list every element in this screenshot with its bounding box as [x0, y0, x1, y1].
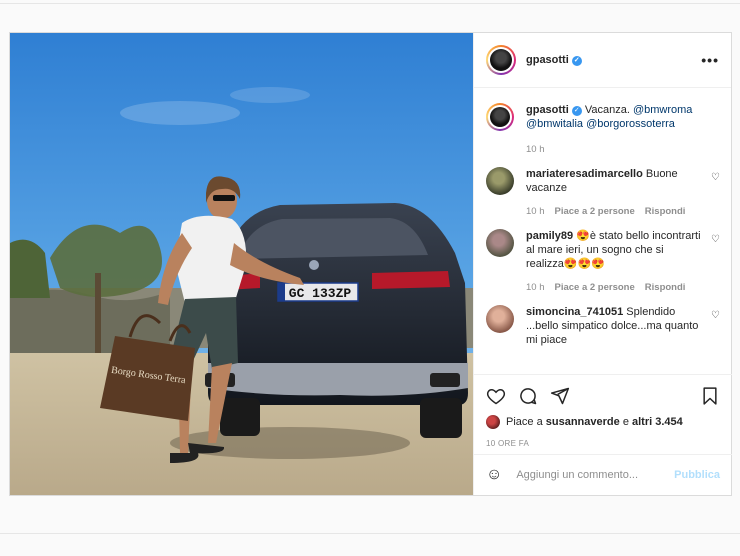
likes-summary[interactable]: Piace a susannaverde e altri 3.454 [486, 415, 720, 429]
top-divider [0, 3, 740, 4]
caption-time: 10 h [526, 144, 545, 155]
comment-username[interactable]: simoncina_741051 [526, 306, 623, 318]
post-photo[interactable]: GC 133ZP X5 Borgo Rosso Terra [10, 33, 473, 495]
mention-link[interactable]: @bmwitalia [526, 118, 583, 130]
liker-avatar[interactable] [486, 415, 500, 429]
comment-input[interactable] [516, 469, 667, 481]
commenter-avatar[interactable] [486, 167, 514, 195]
add-comment-bar: ☺ Pubblica [474, 454, 732, 495]
post-actions: Piace a susannaverde e altri 3.454 10 OR… [474, 374, 732, 448]
post-sidebar: gpasotti ✓ ••• gpasotti ✓ Vacanza. @bmwrom… [473, 33, 732, 495]
comment-like-heart-icon[interactable]: ♡ [711, 234, 720, 245]
comment-icon[interactable] [518, 386, 538, 406]
author-username[interactable]: gpasotti ✓ [526, 54, 582, 66]
mention-link[interactable]: @borgorossoterra [586, 118, 675, 130]
comment-like-heart-icon[interactable]: ♡ [711, 310, 720, 321]
comment-likes[interactable]: Piace a 2 persone [555, 281, 635, 295]
comment-username[interactable]: mariateresadimarcello [526, 168, 643, 180]
more-options-icon[interactable]: ••• [701, 52, 719, 68]
send-icon[interactable] [550, 386, 570, 406]
emoji-icon[interactable]: ☺ [486, 466, 502, 484]
heart-icon[interactable] [486, 386, 506, 406]
caption-username[interactable]: gpasotti [526, 104, 569, 116]
others-count[interactable]: altri 3.454 [632, 416, 683, 428]
verified-badge-icon: ✓ [571, 106, 582, 116]
liker-username[interactable]: susannaverde [546, 416, 620, 428]
mention-link[interactable]: @bmwroma [633, 104, 692, 116]
reply-button[interactable]: Rispondi [645, 281, 686, 295]
license-plate: GC 133ZP [289, 286, 352, 301]
post-card: GC 133ZP X5 Borgo Rosso Terra [9, 32, 732, 496]
author-avatar[interactable] [486, 45, 516, 75]
comment-likes[interactable]: Piace a 2 persone [555, 205, 635, 219]
bookmark-icon[interactable] [700, 386, 720, 406]
commenter-avatar[interactable] [486, 229, 514, 257]
comment-time: 10 h [526, 206, 545, 217]
comment-time: 10 h [526, 282, 545, 293]
caption: gpasotti ✓ Vacanza. @bmwroma @bmwitalia @… [486, 103, 720, 157]
comment-username[interactable]: pamily89 [526, 230, 573, 242]
comment: pamily89 😍è stato bello incontrarti al m… [486, 229, 720, 295]
caption-avatar[interactable] [486, 103, 514, 131]
commenter-avatar[interactable] [486, 305, 514, 333]
verified-badge-icon: ✓ [571, 56, 582, 66]
comment: mariateresadimarcello Buone vacanze 10 h… [486, 167, 720, 219]
post-header: gpasotti ✓ ••• [474, 33, 731, 88]
comments-thread[interactable]: gpasotti ✓ Vacanza. @bmwroma @bmwitalia @… [474, 89, 732, 374]
publish-button[interactable]: Pubblica [674, 469, 720, 481]
comment-like-heart-icon[interactable]: ♡ [711, 172, 720, 183]
comment: simoncina_741051 Splendido ...bello simp… [486, 305, 720, 347]
reply-button[interactable]: Rispondi [645, 205, 686, 219]
post-timestamp[interactable]: 10 ORE FA [486, 439, 720, 448]
caption-text: Vacanza. [584, 104, 630, 116]
photo-illustration: GC 133ZP X5 Borgo Rosso Terra [10, 33, 473, 495]
bottom-divider [0, 533, 740, 534]
